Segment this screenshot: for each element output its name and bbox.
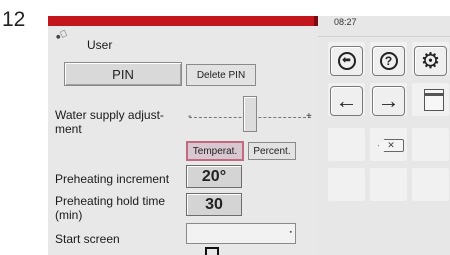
help-button[interactable]: ? xyxy=(372,46,405,76)
start-screen-select[interactable]: ▪ xyxy=(186,223,296,244)
arrow-right-button[interactable]: → xyxy=(372,86,405,116)
preheat-hold-value[interactable]: 30 xyxy=(186,193,242,216)
water-supply-label: Water supply adjust- ment xyxy=(55,108,164,136)
slider-minus-label: - xyxy=(188,111,192,122)
slider-plus-label: + xyxy=(306,111,312,122)
arrow-right-icon: → xyxy=(377,88,400,113)
settings-gear-icon: ⚙ xyxy=(420,48,441,73)
nav-cell xyxy=(412,128,449,161)
water-supply-slider-handle[interactable] xyxy=(243,96,257,132)
back-circle-icon: ⬅ xyxy=(337,52,356,70)
settings-button[interactable]: ⚙ xyxy=(414,46,447,76)
arrow-left-button[interactable]: ← xyxy=(330,86,363,116)
nav-divider xyxy=(318,36,450,37)
pin-button[interactable]: PIN xyxy=(64,62,182,86)
nav-cell xyxy=(412,168,449,201)
nav-cell xyxy=(328,168,365,201)
preheat-increment-label: Preheating increment xyxy=(55,172,170,186)
clock: 08:27 xyxy=(334,17,357,27)
figure-number: 12 xyxy=(2,8,26,31)
nav-cell xyxy=(370,168,407,201)
start-screen-label: Start screen xyxy=(55,232,120,246)
arrow-left-icon: ← xyxy=(335,88,358,113)
preheat-increment-value[interactable]: 20° xyxy=(186,165,242,188)
dropdown-arrow-icon: ▪ xyxy=(289,229,292,236)
cursor-marker xyxy=(205,247,219,255)
header-bar xyxy=(48,16,314,26)
preheat-hold-label: Preheating hold time (min) xyxy=(55,194,166,222)
back-button[interactable]: ⬅ xyxy=(330,46,363,76)
percent-mode-button[interactable]: Percent. xyxy=(248,142,296,160)
nav-cell xyxy=(328,128,365,161)
temperature-mode-button[interactable]: Temperat. xyxy=(186,141,244,161)
delete-pin-button[interactable]: Delete PIN xyxy=(186,64,256,86)
help-icon: ? xyxy=(379,52,398,70)
document-icon[interactable] xyxy=(424,89,444,111)
panel-title: User xyxy=(87,38,113,52)
